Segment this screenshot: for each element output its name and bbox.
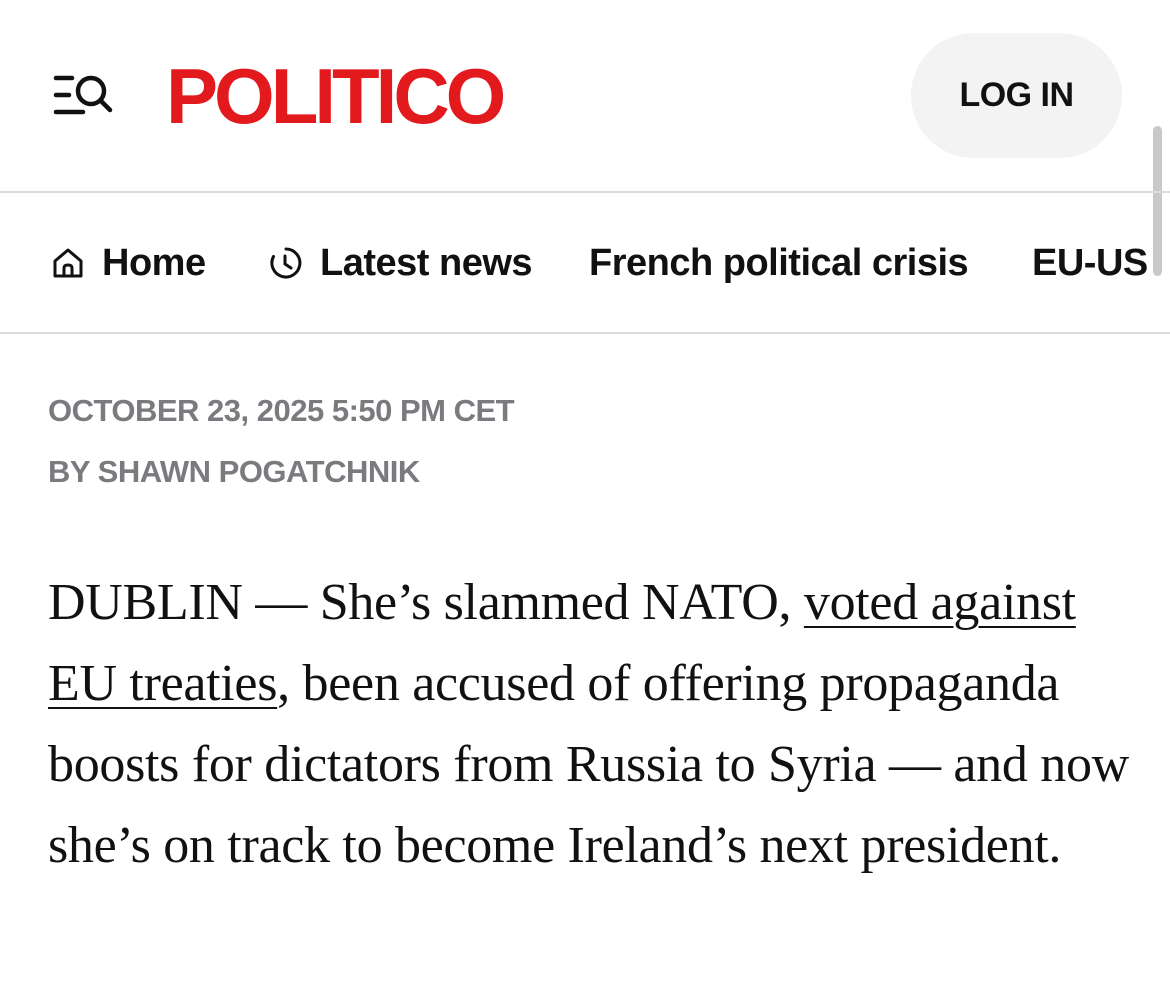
nav-item-label: EU-US [1032,241,1148,284]
article-byline: BY SHAWN POGATCHNIK [48,454,420,490]
nav-divider [0,332,1170,334]
article-paragraph: DUBLIN — She’s slammed NATO, voted again… [48,562,1138,886]
menu-search-button[interactable] [52,72,114,118]
nav-item-eu-us[interactable]: EU-US [1032,240,1148,286]
nav-item-latest-news[interactable]: Latest news [268,240,533,286]
byline-prefix: BY [48,454,90,489]
section-nav: Home Latest news French political crisis… [0,193,1170,333]
nav-item-home[interactable]: Home [50,240,206,286]
paragraph-text: DUBLIN — She’s slammed NATO, [48,574,804,631]
home-icon [50,245,86,281]
login-button[interactable]: LOG IN [911,33,1122,158]
nav-item-label: French political crisis [589,241,969,284]
politico-logo[interactable]: POLITICO [166,52,506,140]
article-date: OCTOBER 23, 2025 5:50 PM CET [48,393,515,428]
author-link[interactable]: SHAWN POGATCHNIK [98,454,421,489]
site-header: POLITICO LOG IN [0,0,1170,276]
clock-icon [268,245,304,281]
nav-item-label: Home [102,241,206,284]
nav-item-french-political-crisis[interactable]: French political crisis [589,240,969,286]
nav-item-label: Latest news [320,241,533,284]
menu-search-icon [53,75,113,115]
